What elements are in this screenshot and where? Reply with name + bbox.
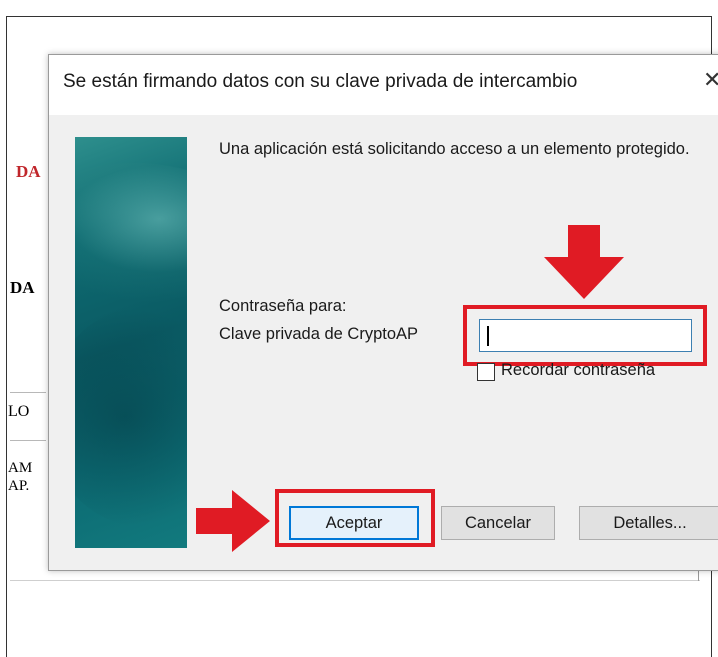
accept-button[interactable]: Aceptar xyxy=(289,506,419,540)
background-divider xyxy=(10,440,46,441)
remember-password-checkbox[interactable] xyxy=(477,363,495,381)
password-input[interactable] xyxy=(479,319,692,352)
right-arrow-icon xyxy=(196,490,270,552)
cancel-button[interactable]: Cancelar xyxy=(441,506,555,540)
dialog-titlebar: Se están firmando datos con su clave pri… xyxy=(49,55,718,115)
password-label: Contraseña para: xyxy=(219,297,347,315)
key-name-label: Clave privada de CryptoAP xyxy=(219,325,419,343)
background-text-3: LO xyxy=(8,403,30,420)
background-heading-2: DA xyxy=(10,278,35,297)
remember-password-label[interactable]: Recordar contraseña xyxy=(501,361,655,380)
background-divider xyxy=(10,392,46,393)
background-text-4: AM xyxy=(8,460,33,476)
close-icon[interactable]: ✕ xyxy=(703,67,718,93)
details-button[interactable]: Detalles... xyxy=(579,506,718,540)
background-divider xyxy=(10,580,700,581)
background-heading-1: DA xyxy=(16,162,41,181)
down-arrow-icon xyxy=(544,225,624,299)
dialog-message: Una aplicación está solicitando acceso a… xyxy=(219,140,690,158)
signing-dialog: Se están firmando datos con su clave pri… xyxy=(48,54,718,571)
text-caret xyxy=(487,326,489,346)
background-text-5: AP. xyxy=(8,478,30,494)
dialog-title: Se están firmando datos con su clave pri… xyxy=(63,71,578,92)
dialog-banner-image xyxy=(75,137,187,548)
